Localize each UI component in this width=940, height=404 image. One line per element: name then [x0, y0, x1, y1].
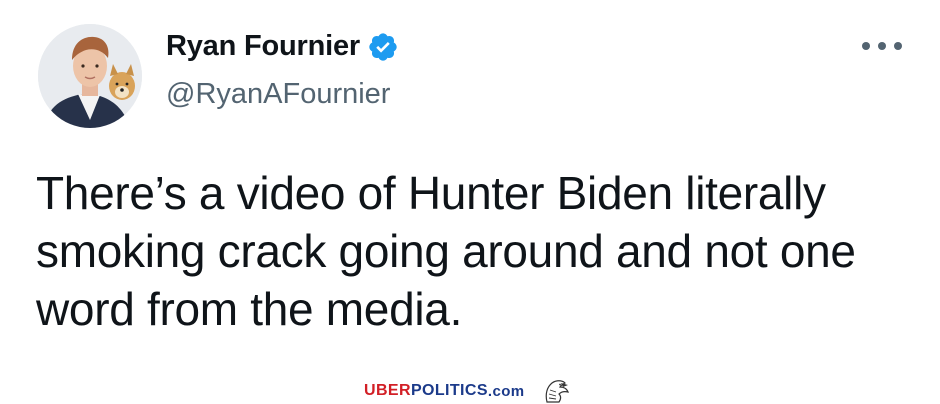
author-name[interactable]: Ryan Fournier: [166, 30, 399, 63]
eagle-icon: [545, 380, 569, 403]
author-avatar[interactable]: [38, 24, 142, 128]
more-dot: [894, 42, 902, 50]
more-dot: [878, 42, 886, 50]
tweet-text: There’s a video of Hunter Biden literall…: [36, 167, 856, 335]
watermark: UBER POLITICS .com: [364, 378, 571, 404]
tweet-card: Ryan Fournier @RyanAFournier There’s a v…: [0, 0, 940, 404]
watermark-com: .com: [487, 382, 525, 400]
watermark-politics: POLITICS: [410, 382, 488, 399]
verified-badge-icon: [369, 32, 397, 61]
author-display-name[interactable]: Ryan Fournier: [166, 30, 360, 63]
author-handle[interactable]: @RyanAFournier: [166, 78, 390, 111]
avatar-image: [38, 24, 142, 128]
watermark-uber: UBER: [364, 382, 411, 399]
more-options-icon[interactable]: [862, 34, 902, 58]
more-dot: [862, 42, 870, 50]
